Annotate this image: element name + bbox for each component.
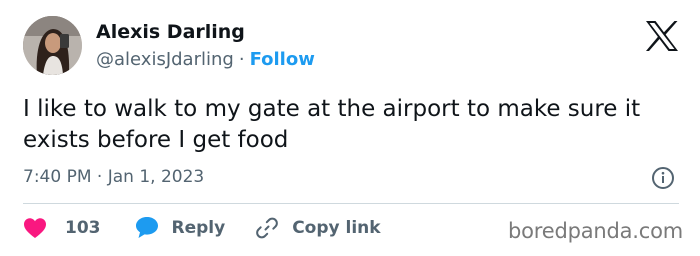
author-handle[interactable]: @alexisJdarling [96,49,234,70]
link-icon [256,217,279,238]
x-logo-icon[interactable] [645,21,679,51]
timestamp-separator: · [96,167,103,187]
info-icon[interactable] [651,166,675,190]
tweet-text: I like to walk to my gate at the airport… [23,96,641,153]
heart-icon [24,217,46,238]
copy-link-label: Copy link [292,217,381,238]
tweet-date: Jan 1, 2023 [107,167,205,187]
tweet-actions: 103 Reply Copy link [23,216,381,239]
copy-link-button[interactable]: Copy link [256,217,381,239]
watermark: boredpanda.com [508,219,684,243]
divider [23,203,679,204]
author-name[interactable]: Alexis Darling [96,21,245,43]
meta-separator: · [238,49,245,70]
tweet-time: 7:40 PM [23,167,92,187]
avatar[interactable] [23,16,82,75]
like-count: 103 [65,217,101,238]
reply-button[interactable]: Reply [135,216,226,239]
follow-button[interactable]: Follow [250,49,315,70]
tweet-timestamp[interactable]: 7:40 PM · Jan 1, 2023 [23,167,204,187]
like-button[interactable]: 103 [23,217,101,239]
speech-bubble-icon [135,217,158,238]
reply-label: Reply [171,217,226,238]
author-meta: @alexisJdarling · Follow [96,49,315,70]
